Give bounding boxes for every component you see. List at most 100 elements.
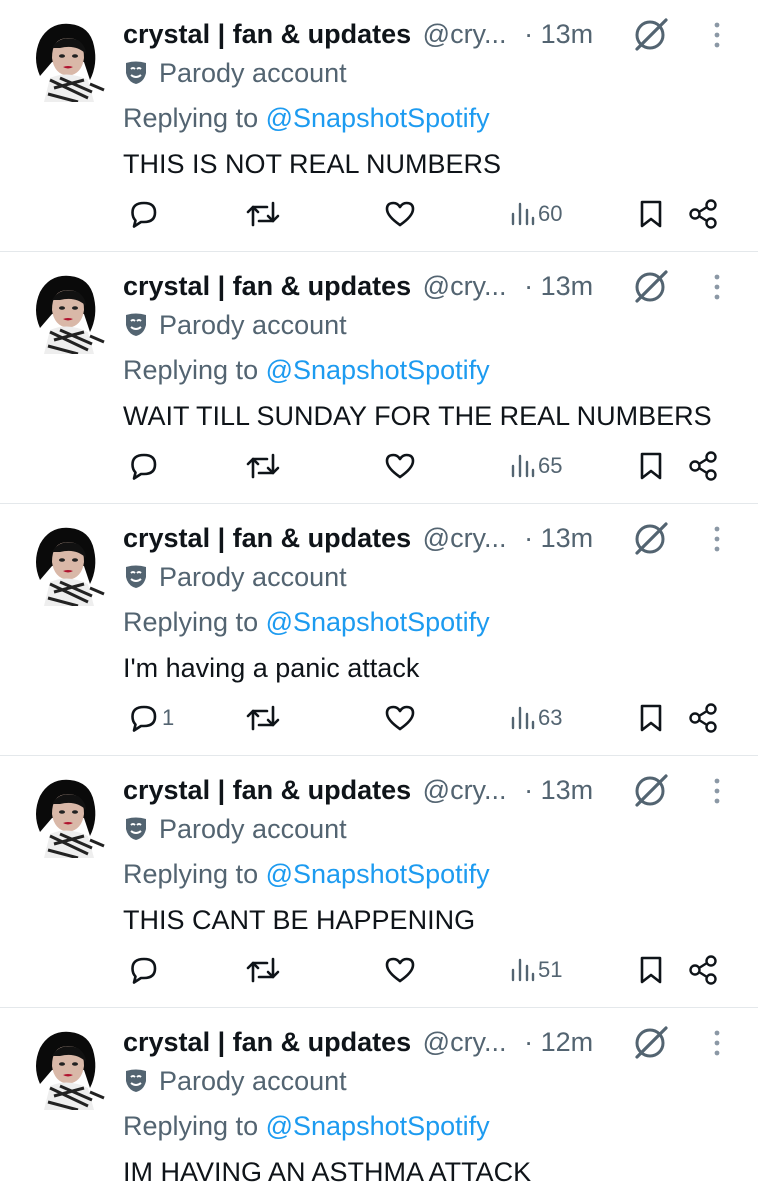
user-handle[interactable]: @cry... xyxy=(423,1027,507,1057)
tweet-actions: 65 xyxy=(0,448,758,488)
views-button[interactable]: 60 xyxy=(508,196,562,232)
more-icon[interactable] xyxy=(704,272,730,302)
tweet-actions: 51 xyxy=(0,952,758,992)
retweet-button[interactable] xyxy=(245,952,281,988)
avatar[interactable] xyxy=(30,774,106,858)
timestamp[interactable]: 13m xyxy=(541,271,594,301)
user-handle[interactable]: @cry... xyxy=(423,19,507,49)
reply-button[interactable] xyxy=(128,448,162,484)
reply-icon xyxy=(131,453,157,480)
bookmark-icon xyxy=(640,200,662,228)
avatar[interactable] xyxy=(30,522,106,606)
display-name[interactable]: crystal | fan & updates xyxy=(123,271,411,301)
reply-icon xyxy=(131,201,157,228)
display-name[interactable]: crystal | fan & updates xyxy=(123,19,411,49)
replying-to: Replying to @SnapshotSpotify xyxy=(123,856,490,892)
dot-separator: · xyxy=(524,523,534,553)
tweet[interactable]: crystal | fan & updates @cry... · 13m Pa… xyxy=(0,252,758,504)
avatar[interactable] xyxy=(30,18,106,102)
retweet-icon xyxy=(246,453,280,479)
retweet-icon xyxy=(246,957,280,983)
like-button[interactable] xyxy=(384,448,416,484)
retweet-icon xyxy=(246,201,280,227)
bookmark-button[interactable] xyxy=(636,448,666,484)
more-icon[interactable] xyxy=(704,1028,730,1058)
share-button[interactable] xyxy=(686,196,720,232)
replying-prefix: Replying to xyxy=(123,355,259,385)
timestamp[interactable]: 13m xyxy=(541,19,594,49)
views-button[interactable]: 63 xyxy=(508,700,562,736)
retweet-button[interactable] xyxy=(245,700,281,736)
views-count: 60 xyxy=(538,201,563,226)
tweet-header: crystal | fan & updates @cry... · 13m xyxy=(123,520,643,556)
tweet-header: crystal | fan & updates @cry... · 12m xyxy=(123,1024,643,1060)
tweet[interactable]: crystal | fan & updates @cry... · 12m Pa… xyxy=(0,1008,758,1200)
views-button[interactable]: 51 xyxy=(508,952,562,988)
views-button[interactable]: 65 xyxy=(508,448,562,484)
replying-handle-link[interactable]: @SnapshotSpotify xyxy=(266,1111,490,1141)
tweet-header: crystal | fan & updates @cry... · 13m xyxy=(123,268,643,304)
reply-feed: crystal | fan & updates @cry... · 13m Pa… xyxy=(0,0,758,1200)
replying-prefix: Replying to xyxy=(123,859,259,889)
tweet-actions: 1 63 xyxy=(0,700,758,740)
views-icon xyxy=(511,706,535,730)
replying-handle-link[interactable]: @SnapshotSpotify xyxy=(266,859,490,889)
more-icon[interactable] xyxy=(704,20,730,50)
reply-count: 1 xyxy=(162,705,175,730)
like-button[interactable] xyxy=(384,196,416,232)
share-icon xyxy=(689,199,717,229)
display-name[interactable]: crystal | fan & updates xyxy=(123,775,411,805)
replying-prefix: Replying to xyxy=(123,1111,259,1141)
replying-to: Replying to @SnapshotSpotify xyxy=(123,1108,490,1144)
grok-icon[interactable] xyxy=(633,520,673,556)
grok-icon[interactable] xyxy=(633,1024,673,1060)
bookmark-button[interactable] xyxy=(636,196,666,232)
replying-handle-link[interactable]: @SnapshotSpotify xyxy=(266,103,490,133)
tweet[interactable]: crystal | fan & updates @cry... · 13m Pa… xyxy=(0,0,758,252)
share-button[interactable] xyxy=(686,952,720,988)
grok-icon[interactable] xyxy=(633,16,673,52)
parody-label: Parody account xyxy=(123,560,347,594)
timestamp[interactable]: 12m xyxy=(541,1027,594,1057)
timestamp[interactable]: 13m xyxy=(541,775,594,805)
grok-icon[interactable] xyxy=(633,268,673,304)
retweet-button[interactable] xyxy=(245,196,281,232)
user-handle[interactable]: @cry... xyxy=(423,775,507,805)
display-name[interactable]: crystal | fan & updates xyxy=(123,523,411,553)
reply-button[interactable] xyxy=(128,952,162,988)
tweet-header: crystal | fan & updates @cry... · 13m xyxy=(123,772,643,808)
like-button[interactable] xyxy=(384,700,416,736)
heart-icon xyxy=(385,201,415,227)
bookmark-button[interactable] xyxy=(636,700,666,736)
share-button[interactable] xyxy=(686,700,720,736)
parody-label-text: Parody account xyxy=(159,310,347,340)
replying-prefix: Replying to xyxy=(123,103,259,133)
tweet[interactable]: crystal | fan & updates @cry... · 13m Pa… xyxy=(0,756,758,1008)
more-icon[interactable] xyxy=(704,524,730,554)
replying-handle-link[interactable]: @SnapshotSpotify xyxy=(266,355,490,385)
timestamp[interactable]: 13m xyxy=(541,523,594,553)
views-count: 51 xyxy=(538,957,563,982)
more-icon[interactable] xyxy=(704,776,730,806)
user-handle[interactable]: @cry... xyxy=(423,523,507,553)
tweet-text: IM HAVING AN ASTHMA ATTACK xyxy=(123,1157,532,1187)
grok-icon[interactable] xyxy=(633,772,673,808)
heart-icon xyxy=(385,453,415,479)
bookmark-icon xyxy=(640,956,662,984)
retweet-button[interactable] xyxy=(245,448,281,484)
user-handle[interactable]: @cry... xyxy=(423,271,507,301)
share-icon xyxy=(689,703,717,733)
avatar[interactable] xyxy=(30,1026,106,1110)
bookmark-button[interactable] xyxy=(636,952,666,988)
bookmark-icon xyxy=(640,704,662,732)
display-name[interactable]: crystal | fan & updates xyxy=(123,1027,411,1057)
reply-button[interactable]: 1 xyxy=(128,700,174,736)
share-button[interactable] xyxy=(686,448,720,484)
like-button[interactable] xyxy=(384,952,416,988)
views-icon xyxy=(511,958,535,982)
replying-handle-link[interactable]: @SnapshotSpotify xyxy=(266,607,490,637)
dot-separator: · xyxy=(524,271,534,301)
reply-button[interactable] xyxy=(128,196,162,232)
tweet[interactable]: crystal | fan & updates @cry... · 13m Pa… xyxy=(0,504,758,756)
avatar[interactable] xyxy=(30,270,106,354)
